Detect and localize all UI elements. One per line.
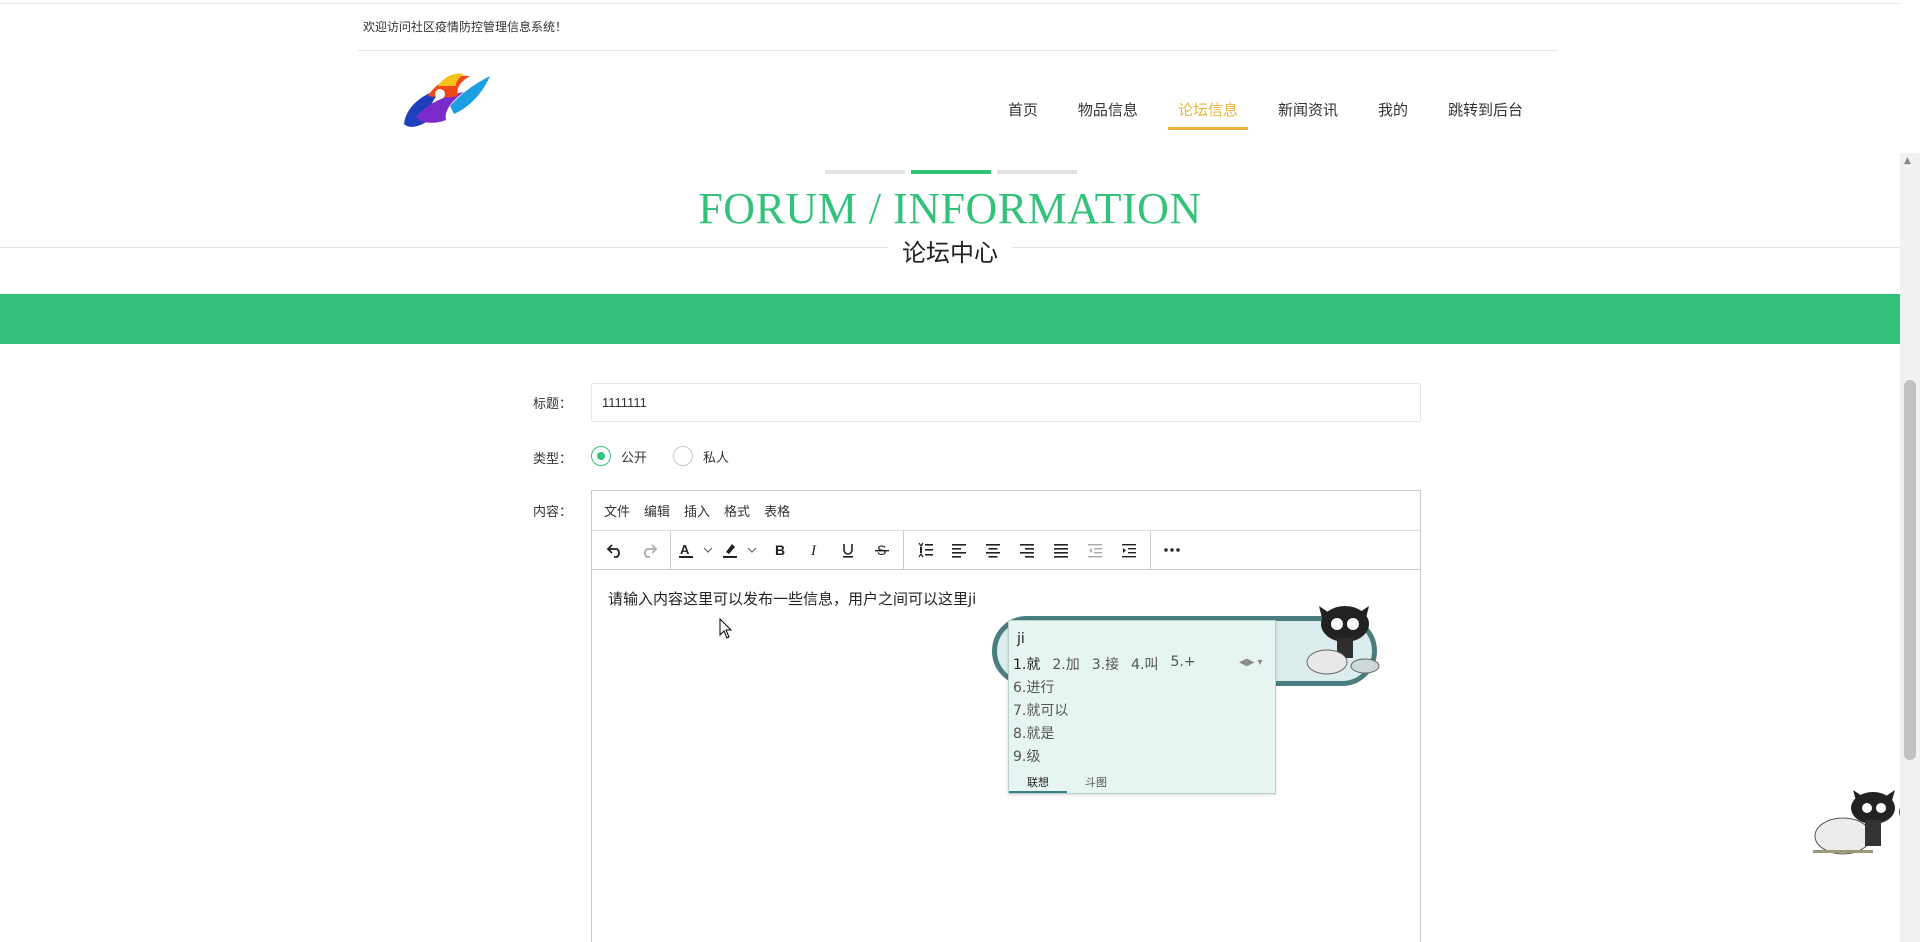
ime-tabs: 联想 斗图: [1009, 771, 1275, 793]
ime-typed-text: ji: [1017, 631, 1025, 647]
ime-candidate[interactable]: 5.+: [1170, 654, 1195, 674]
nav-forum[interactable]: 论坛信息: [1167, 100, 1248, 130]
svg-text:I: I: [810, 543, 817, 559]
mouse-cursor-icon: [719, 618, 733, 639]
page-title-zh-text: 论坛中心: [888, 239, 1012, 267]
title-label: 标题：: [533, 397, 573, 412]
nav-mine[interactable]: 我的: [1368, 100, 1418, 130]
ime-tab-sticker[interactable]: 斗图: [1067, 771, 1125, 793]
page-title-zh: 论坛中心: [0, 233, 1900, 268]
underline-icon[interactable]: [831, 535, 865, 565]
ime-candidate[interactable]: 7.就可以: [1013, 700, 1068, 723]
outdent-icon[interactable]: [1078, 535, 1112, 565]
top-border: [0, 3, 1900, 4]
ime-candidate[interactable]: 2.加: [1052, 654, 1079, 674]
editor-toolbar: A B I S: [592, 531, 1420, 570]
nav-admin[interactable]: 跳转到后台: [1438, 100, 1533, 130]
ime-candidate-panel: ji 1.就 2.加 3.接 4.叫 5.+ ◀▶ ▾ 6.进行 7.就可以 8…: [1008, 620, 1276, 794]
undo-icon[interactable]: [598, 535, 632, 565]
justify-icon[interactable]: [1044, 535, 1078, 565]
menu-insert[interactable]: 插入: [684, 501, 710, 520]
welcome-text: 欢迎访问社区疫情防控管理信息系统！: [363, 20, 568, 34]
ime-cat-mascot-icon: [1306, 606, 1380, 675]
indent-icon[interactable]: [1112, 535, 1146, 565]
radio-private[interactable]: 私人: [673, 446, 729, 466]
editor-text: 请输入内容这里可以发布一些信息，用户之间可以这里ji: [608, 590, 977, 608]
main-nav: 首页 物品信息 论坛信息 新闻资讯 我的 跳转到后台: [978, 100, 1533, 130]
radio-public[interactable]: 公开: [591, 446, 647, 466]
font-color-icon[interactable]: A: [675, 535, 697, 565]
ime-candidate-row: 1.就 2.加 3.接 4.叫 5.+: [1013, 654, 1196, 674]
ime-candidate[interactable]: 3.接: [1092, 654, 1119, 674]
ime-candidate[interactable]: 6.进行: [1013, 677, 1068, 700]
nav-home[interactable]: 首页: [998, 100, 1048, 130]
nav-news[interactable]: 新闻资讯: [1268, 100, 1348, 130]
line-height-icon[interactable]: [908, 535, 942, 565]
ime-candidate[interactable]: 4.叫: [1131, 654, 1158, 674]
svg-text:B: B: [775, 542, 785, 558]
strikethrough-icon[interactable]: S: [865, 535, 899, 565]
chevron-down-icon[interactable]: [741, 535, 763, 565]
ime-candidate[interactable]: 1.就: [1013, 654, 1040, 674]
site-logo[interactable]: [398, 66, 492, 140]
italic-icon[interactable]: I: [797, 535, 831, 565]
editor-menubar: 文件 编辑 插入 格式 表格: [592, 491, 1420, 531]
ime-candidate[interactable]: 8.就是: [1013, 723, 1068, 746]
ime-candidate-list: 6.进行 7.就可以 8.就是 9.级: [1013, 677, 1068, 769]
page-title-en: FORUM / INFORMATION: [698, 184, 1202, 233]
accent-band: [0, 294, 1900, 344]
nav-goods[interactable]: 物品信息: [1068, 100, 1148, 130]
menu-table[interactable]: 表格: [764, 501, 790, 520]
highlight-color-icon[interactable]: [719, 535, 741, 565]
scrollbar-thumb[interactable]: [1904, 380, 1916, 760]
menu-edit[interactable]: 编辑: [644, 501, 670, 520]
menu-file[interactable]: 文件: [604, 501, 630, 520]
radio-private-circle[interactable]: [673, 446, 693, 466]
type-label: 类型：: [533, 452, 573, 467]
menu-format[interactable]: 格式: [724, 501, 750, 520]
align-center-icon[interactable]: [976, 535, 1010, 565]
title-decoration: [825, 170, 1077, 174]
svg-text:A: A: [680, 542, 690, 557]
scroll-up-icon[interactable]: ▲: [1904, 156, 1911, 166]
chevron-down-icon[interactable]: [697, 535, 719, 565]
ime-tab-association[interactable]: 联想: [1009, 771, 1067, 793]
align-left-icon[interactable]: [942, 535, 976, 565]
content-label: 内容：: [533, 505, 573, 520]
radio-public-circle[interactable]: [591, 446, 611, 466]
radio-public-label: 公开: [621, 450, 648, 466]
redo-icon[interactable]: [632, 535, 666, 565]
rich-text-editor: 文件 编辑 插入 格式 表格 A B I 请输入内容这里可以发布一些信息，用户之…: [591, 490, 1421, 942]
title-input[interactable]: 1111111: [591, 383, 1421, 422]
bold-icon[interactable]: B: [763, 535, 797, 565]
radio-private-label: 私人: [703, 450, 730, 466]
more-icon[interactable]: [1155, 535, 1189, 565]
align-right-icon[interactable]: [1010, 535, 1044, 565]
ime-candidate[interactable]: 9.级: [1013, 746, 1068, 769]
header-divider: [358, 50, 1558, 51]
ime-page-arrows-icon[interactable]: ◀▶ ▾: [1239, 657, 1263, 668]
